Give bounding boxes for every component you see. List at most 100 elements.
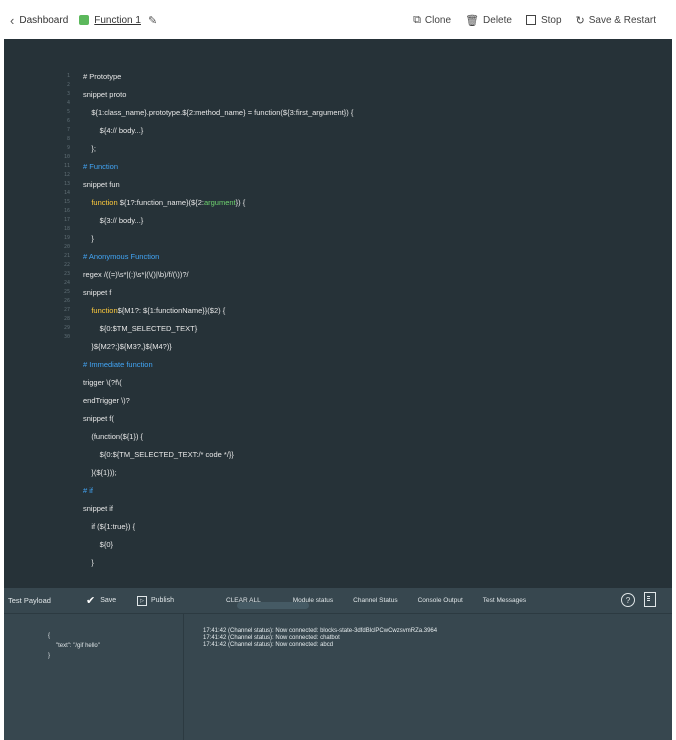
argument-token: argument xyxy=(203,198,236,207)
payload-editor[interactable]: { "text": "/gif hello" } xyxy=(4,614,184,740)
keyword-token: function xyxy=(91,198,118,207)
code-line: # Prototype xyxy=(83,72,122,81)
top-bar: ‹ Dashboard Function 1 ✎ ⧉ Clone 🗑 Delet… xyxy=(0,0,676,40)
delete-button[interactable]: 🗑 Delete xyxy=(465,14,512,27)
stop-icon xyxy=(525,15,536,25)
code-line: ${0:${TM_SELECTED_TEXT:/* code */}} xyxy=(83,450,234,459)
code-line: ${1:class_name}.prototype.${2:method_nam… xyxy=(83,108,354,117)
code-line: ${0} xyxy=(83,540,114,549)
line-number: 19 xyxy=(63,235,70,241)
code-line: }(${1})); xyxy=(83,468,117,477)
clone-label: Clone xyxy=(424,14,452,26)
line-number: 12 xyxy=(63,172,70,178)
line-number: 14 xyxy=(63,190,70,196)
code-line: snippet f( xyxy=(83,414,114,423)
line-number: 6 xyxy=(66,118,70,124)
code-line: ${3:// body...} xyxy=(83,216,144,225)
clear-all-button[interactable]: CLEAR ALL xyxy=(226,597,261,604)
save-payload-button[interactable]: ✔ Save xyxy=(86,594,116,607)
publish-button[interactable]: ▷ Publish xyxy=(137,595,174,606)
payload-line: { xyxy=(48,633,51,639)
keyword-token: function xyxy=(91,306,118,315)
code-line: regex /((=)\s*|(:)\s*|(\()|\b)/f/(\))?/ xyxy=(83,270,189,279)
line-number: 13 xyxy=(63,181,70,187)
code-comment-line: # Immediate function xyxy=(83,360,153,369)
code-line: endTrigger \)? xyxy=(83,396,130,405)
save-restart-button[interactable]: ↻ Save & Restart xyxy=(576,14,656,27)
line-number: 27 xyxy=(63,307,70,313)
clone-icon: ⧉ xyxy=(413,13,421,26)
line-number: 9 xyxy=(66,145,70,151)
code-comment-line: # if xyxy=(83,486,94,495)
code-line: snippet f xyxy=(83,288,112,297)
code-comment-line: # Anonymous Function xyxy=(83,252,160,261)
back-to-dashboard-link[interactable]: ‹ Dashboard xyxy=(10,14,68,27)
code-line: }; xyxy=(83,144,96,153)
code-line: snippet if xyxy=(83,504,114,513)
clone-button[interactable]: ⧉ Clone xyxy=(413,14,451,27)
code-line: function${M1?: ${1:functionName}}($2) { xyxy=(83,302,643,320)
publish-icon: ▷ xyxy=(137,595,147,606)
console-output: 17:41:42 (Channel status): Now connected… xyxy=(203,628,663,649)
line-number: 28 xyxy=(63,316,70,322)
test-panel: Test Payload ✔ Save ▷ Publish CLEAR ALL … xyxy=(4,588,672,740)
test-panel-toolbar: Test Payload ✔ Save ▷ Publish CLEAR ALL … xyxy=(4,588,672,614)
code-token: ${1?:function_name}(${2: xyxy=(117,198,204,207)
line-number: 30 xyxy=(63,334,70,340)
code-line: if (${1:true}) { xyxy=(83,522,136,531)
code-line: } xyxy=(83,234,94,243)
tab-test-messages[interactable]: Test Messages xyxy=(483,597,526,604)
code-comment-line: # Function xyxy=(83,162,119,171)
line-number: 3 xyxy=(66,91,70,97)
tab-channel-status[interactable]: Channel Status xyxy=(353,597,397,604)
line-number-gutter: 1 2 3 4 5 6 7 8 9 10 11 12 13 14 15 16 1… xyxy=(54,72,70,342)
line-number: 15 xyxy=(63,199,70,205)
line-number: 8 xyxy=(66,136,70,142)
code-line: function ${1?:function_name}(${2:argumen… xyxy=(83,194,643,212)
code-line: snippet fun xyxy=(83,180,120,189)
code-editor[interactable]: 1 2 3 4 5 6 7 8 9 10 11 12 13 14 15 16 1… xyxy=(4,39,672,588)
chevron-left-icon: ‹ xyxy=(10,12,15,28)
check-icon: ✔ xyxy=(86,595,96,607)
test-payload-title: Test Payload xyxy=(8,596,51,605)
code-content[interactable]: # Prototype snippet proto ${1:class_name… xyxy=(83,68,643,572)
stop-label: Stop xyxy=(540,14,562,26)
code-line: ${0:$TM_SELECTED_TEXT} xyxy=(83,324,198,333)
docs-icon[interactable] xyxy=(644,592,656,607)
trash-icon: 🗑 xyxy=(465,14,480,27)
line-number: 5 xyxy=(66,109,70,115)
help-icon[interactable]: ? xyxy=(621,593,635,607)
line-number: 22 xyxy=(63,262,70,268)
tab-console-output[interactable]: Console Output xyxy=(418,597,463,604)
status-indicator xyxy=(79,15,90,25)
code-token: ${M1?: ${1:functionName}}($2) { xyxy=(117,306,226,315)
line-number: 29 xyxy=(63,325,70,331)
panel-tabs: CLEAR ALL Module status Channel Status C… xyxy=(226,588,546,613)
line-number: 4 xyxy=(66,100,70,106)
stop-button[interactable]: Stop xyxy=(525,14,562,26)
line-number: 1 xyxy=(66,73,70,79)
line-number: 16 xyxy=(63,208,70,214)
code-line: }${M2?;}${M3?,}${M4?)} xyxy=(83,342,172,351)
code-line: } xyxy=(83,558,94,567)
dashboard-label: Dashboard xyxy=(19,14,69,26)
line-number: 24 xyxy=(63,280,70,286)
function-name-link[interactable]: Function 1 xyxy=(94,15,141,26)
line-number: 25 xyxy=(63,289,70,295)
payload-line: } xyxy=(48,653,51,659)
line-number: 18 xyxy=(63,226,70,232)
console-line: 17:41:42 (Channel status): Now connected… xyxy=(203,628,438,634)
line-number: 21 xyxy=(63,253,70,259)
code-line: snippet proto xyxy=(83,90,127,99)
line-number: 26 xyxy=(63,298,70,304)
line-number: 7 xyxy=(66,127,70,133)
pencil-icon[interactable]: ✎ xyxy=(148,14,157,27)
line-number: 23 xyxy=(63,271,70,277)
tab-module-status[interactable]: Module status xyxy=(293,597,333,604)
code-line: (function(${1}) { xyxy=(83,432,144,441)
console-line: 17:41:42 (Channel status): Now connected… xyxy=(203,635,340,641)
payload-line: "text": "/gif hello" xyxy=(56,643,100,649)
line-number: 17 xyxy=(63,217,70,223)
code-line: ${4:// body...} xyxy=(83,126,144,135)
line-number: 10 xyxy=(63,154,70,160)
